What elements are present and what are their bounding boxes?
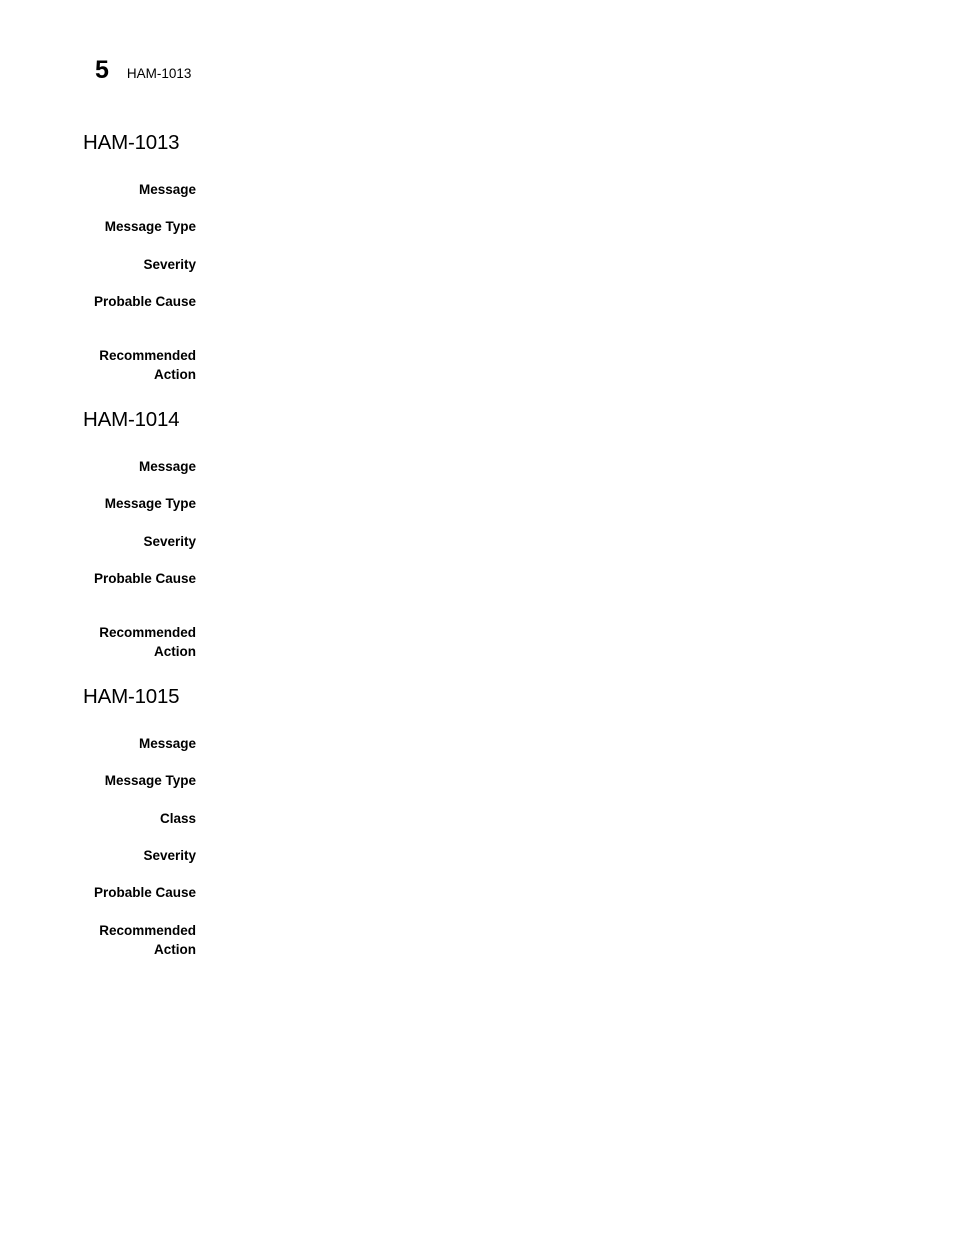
field-value [196,922,954,940]
field-value [196,570,954,588]
field-label: Recommended Action [99,625,196,659]
field-label: Class [159,811,196,826]
field-value [196,218,954,236]
message-field-row: Class [0,810,954,829]
section-title: HAM-1015 [83,685,180,708]
field-label: Message Type [104,773,196,788]
message-field-row: Recommended Action [0,624,954,661]
message-field-row: Severity [0,533,954,552]
field-value [196,293,954,311]
section-title: HAM-1013 [83,131,180,154]
field-value [196,624,954,642]
message-field-row: Message [0,735,954,754]
chapter-number: 5 [95,56,109,84]
message-field-row: Message [0,458,954,477]
field-value [196,458,954,476]
message-field-row: Probable Cause [0,570,954,589]
message-field-row: Recommended Action [0,922,954,959]
field-label: Severity [143,534,196,549]
field-value [196,347,954,365]
field-value [196,495,954,513]
message-field-row: Message [0,181,954,200]
field-label: Recommended Action [99,348,196,382]
message-field-row: Message Type [0,495,954,514]
message-field-row: Probable Cause [0,884,954,903]
field-label: Message [138,182,196,197]
document-page: 5 HAM-1013 HAM-1013 Message Message Type Se… [0,0,954,1235]
section-title: HAM-1014 [83,408,180,431]
field-label: Probable Cause [93,294,196,309]
running-header: 5 HAM-1013 [95,58,191,83]
message-field-row: Severity [0,847,954,866]
message-field-row: Recommended Action [0,347,954,384]
field-value [196,810,954,828]
message-field-row: Message Type [0,772,954,791]
field-label: Message [138,459,196,474]
field-label: Severity [143,257,196,272]
message-field-row: Probable Cause [0,293,954,312]
field-value [196,884,954,902]
field-label: Message Type [104,496,196,511]
message-field-row: Message Type [0,218,954,237]
field-value [196,772,954,790]
field-value [196,847,954,865]
header-topic-label: HAM-1013 [126,66,192,81]
field-label: Severity [143,848,196,863]
field-label: Message Type [104,219,196,234]
field-label: Probable Cause [93,885,196,900]
field-value [196,181,954,199]
field-value [196,533,954,551]
field-label: Recommended Action [99,923,196,957]
field-label: Probable Cause [93,571,196,586]
field-value [196,735,954,753]
message-field-row: Severity [0,256,954,275]
field-value [196,256,954,274]
field-label: Message [138,736,196,751]
